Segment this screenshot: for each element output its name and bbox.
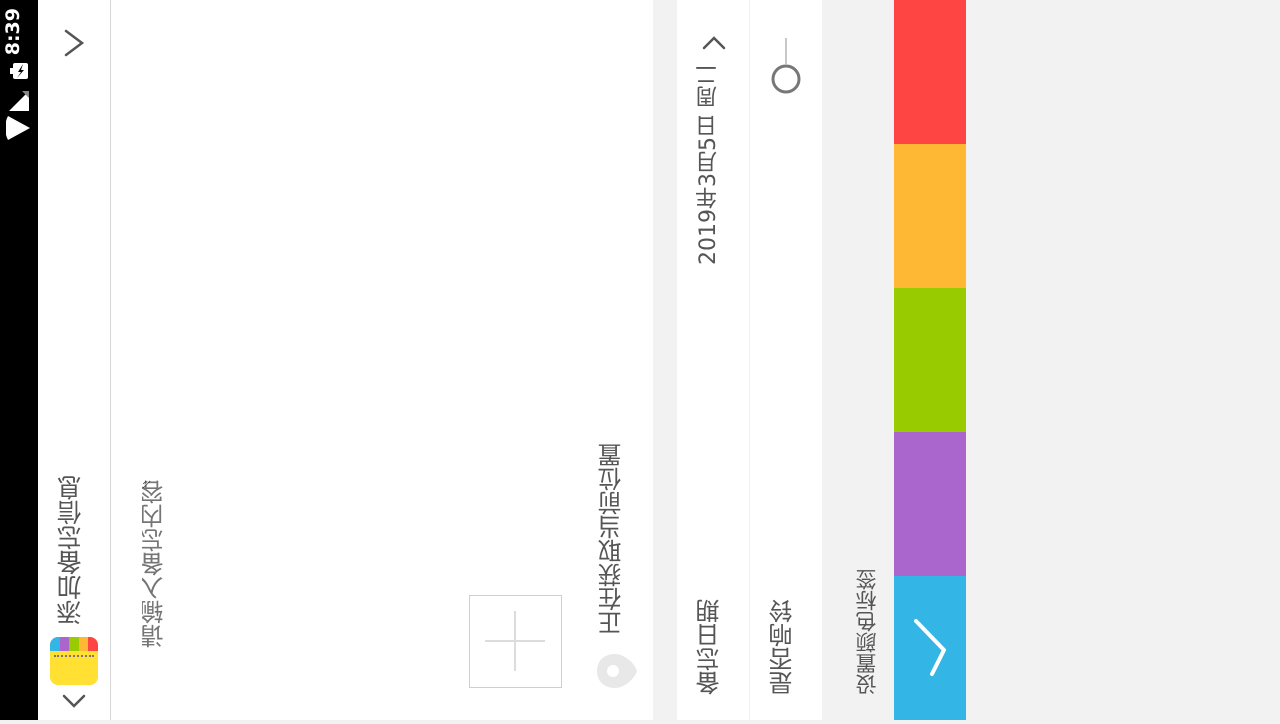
page-title: 添加备忘信息: [56, 475, 85, 625]
next-chevron-icon[interactable]: [60, 25, 90, 61]
status-bar: 8:39: [0, 0, 38, 720]
ring-label: 是否响铃: [769, 599, 797, 695]
date-label: 备忘日期: [696, 599, 724, 695]
color-label: 设置颜色标签: [855, 569, 879, 695]
memo-input[interactable]: [142, 480, 182, 696]
plus-icon: [485, 640, 545, 642]
toggle-switch-icon[interactable]: [768, 36, 804, 96]
signal-icon: [9, 91, 29, 111]
color-swatch[interactable]: [894, 144, 966, 288]
back-chevron-icon[interactable]: [60, 688, 88, 714]
color-swatch[interactable]: [894, 432, 966, 576]
wifi-icon: [6, 116, 30, 140]
location-pin-icon: [597, 654, 637, 688]
date-chevron-icon[interactable]: [700, 30, 728, 56]
date-value: 2019年3月5日 周二: [696, 64, 721, 265]
battery-charging-icon: [10, 63, 28, 79]
selected-check-icon: [914, 619, 946, 676]
status-time: 8:39: [2, 8, 24, 56]
color-swatch[interactable]: [894, 0, 966, 144]
location-text: 正在获取当前位置: [598, 443, 626, 635]
notepad-app-icon: [50, 637, 98, 685]
color-swatch[interactable]: [894, 576, 966, 720]
memo-card: [111, 0, 653, 720]
color-swatch[interactable]: [894, 288, 966, 432]
